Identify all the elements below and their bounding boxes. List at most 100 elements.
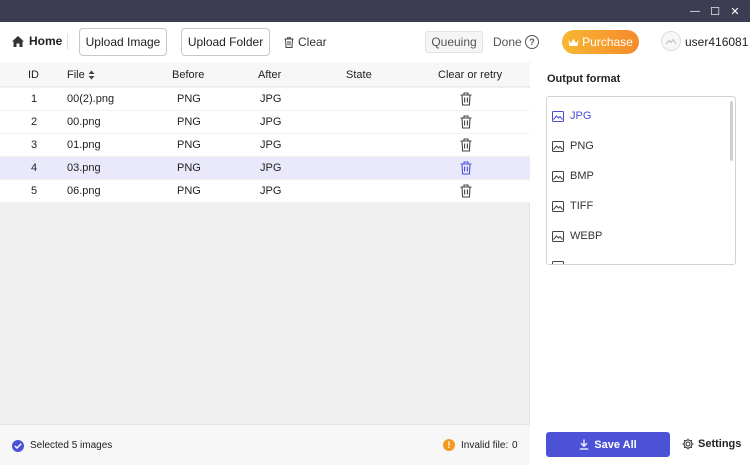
purchase-button[interactable]: Purchase bbox=[562, 30, 639, 54]
output-format-title: Output format bbox=[547, 73, 621, 85]
user-avatar-icon bbox=[665, 38, 677, 45]
tab-done[interactable]: Done bbox=[493, 35, 522, 49]
side-footer: Save All Settings bbox=[531, 424, 750, 465]
row-id: 5 bbox=[31, 185, 38, 197]
table-row[interactable]: 1 00(2).png PNG JPG bbox=[0, 88, 530, 111]
format-option-partial bbox=[552, 257, 564, 264]
header-state: State bbox=[346, 69, 372, 81]
row-after: JPG bbox=[260, 185, 282, 197]
format-label: PNG bbox=[570, 140, 594, 152]
row-file: 01.png bbox=[67, 139, 101, 151]
image-icon bbox=[552, 230, 564, 242]
help-icon[interactable]: ? bbox=[525, 35, 539, 49]
row-after: JPG bbox=[260, 162, 282, 174]
row-id: 3 bbox=[31, 139, 38, 151]
avatar[interactable] bbox=[661, 31, 681, 51]
header-file-label: File bbox=[67, 69, 85, 81]
table-row[interactable]: 5 06.png PNG JPG bbox=[0, 180, 530, 203]
trash-icon bbox=[284, 36, 294, 48]
format-label: BMP bbox=[570, 170, 594, 182]
format-label: TIFF bbox=[570, 200, 594, 212]
maximize-button[interactable]: ☐ bbox=[707, 3, 723, 19]
save-all-button[interactable]: Save All bbox=[546, 432, 670, 457]
row-id: 4 bbox=[31, 162, 38, 174]
format-label: WEBP bbox=[570, 230, 603, 242]
file-list-panel: ID File Before After State Clear or retr… bbox=[0, 62, 530, 424]
row-after: JPG bbox=[260, 139, 282, 151]
header-after: After bbox=[258, 69, 282, 81]
tab-queuing[interactable]: Queuing bbox=[425, 31, 483, 53]
header-clear-or-retry: Clear or retry bbox=[438, 69, 503, 81]
close-icon: ✕ bbox=[730, 5, 740, 18]
clear-label: Clear bbox=[298, 35, 327, 49]
selected-count: Selected 5 images bbox=[30, 440, 113, 451]
invalid-file-label: Invalid file: bbox=[461, 440, 509, 451]
delete-row-icon[interactable] bbox=[460, 92, 472, 106]
home-label: Home bbox=[29, 34, 63, 48]
purchase-label: Purchase bbox=[582, 35, 633, 49]
format-list-scrollbar[interactable] bbox=[730, 101, 733, 161]
row-after: JPG bbox=[260, 93, 282, 105]
table-row-selected[interactable]: 4 03.png PNG JPG bbox=[0, 157, 530, 180]
format-option-jpg[interactable]: JPG bbox=[552, 107, 591, 125]
header-before: Before bbox=[172, 69, 205, 81]
home-icon bbox=[12, 35, 24, 47]
upload-folder-button[interactable]: Upload Folder bbox=[181, 28, 270, 56]
invalid-file-count: 0 bbox=[512, 440, 518, 451]
toolbar-divider bbox=[67, 34, 68, 50]
row-after: JPG bbox=[260, 116, 282, 128]
delete-row-icon[interactable] bbox=[460, 138, 472, 152]
row-file: 00(2).png bbox=[67, 93, 115, 105]
header-file[interactable]: File bbox=[67, 69, 95, 81]
image-icon bbox=[552, 260, 564, 264]
title-bar: — ☐ ✕ bbox=[0, 0, 750, 22]
delete-row-icon[interactable] bbox=[460, 161, 472, 175]
username: user416081 bbox=[685, 35, 749, 49]
table-row[interactable]: 3 01.png PNG JPG bbox=[0, 134, 530, 157]
format-option-bmp[interactable]: BMP bbox=[552, 167, 594, 185]
image-icon bbox=[552, 170, 564, 182]
clear-button[interactable]: Clear bbox=[284, 35, 327, 49]
row-file: 03.png bbox=[67, 162, 101, 174]
close-button[interactable]: ✕ bbox=[727, 3, 743, 19]
format-option-tiff[interactable]: TIFF bbox=[552, 197, 593, 215]
crown-icon bbox=[568, 38, 579, 46]
warning-icon: ! bbox=[443, 439, 455, 451]
download-icon bbox=[580, 439, 589, 450]
sort-icon bbox=[88, 70, 95, 80]
format-list[interactable]: JPG PNG BMP TIFF WEBP bbox=[546, 96, 736, 265]
row-before: PNG bbox=[177, 162, 201, 174]
minimize-icon: — bbox=[690, 5, 700, 17]
gear-icon bbox=[682, 438, 694, 450]
minimize-button[interactable]: — bbox=[687, 3, 703, 19]
settings-label: Settings bbox=[698, 438, 742, 450]
status-bar: Selected 5 images ! Invalid file: 0 bbox=[0, 424, 530, 465]
row-file: 06.png bbox=[67, 185, 101, 197]
image-icon bbox=[552, 140, 564, 152]
row-file: 00.png bbox=[67, 116, 101, 128]
image-icon bbox=[552, 200, 564, 212]
row-id: 2 bbox=[31, 116, 38, 128]
image-icon bbox=[552, 110, 564, 122]
home-button[interactable]: Home bbox=[12, 34, 62, 48]
toolbar: Home Upload Image Upload Folder Clear Qu… bbox=[0, 22, 750, 62]
maximize-icon: ☐ bbox=[710, 5, 720, 18]
row-before: PNG bbox=[177, 139, 201, 151]
row-before: PNG bbox=[177, 185, 201, 197]
check-icon bbox=[12, 440, 24, 452]
output-format-panel: Output format JPG PNG BMP TIFF WEBP bbox=[531, 62, 750, 424]
table-header: ID File Before After State Clear or retr… bbox=[0, 62, 530, 87]
upload-image-button[interactable]: Upload Image bbox=[79, 28, 167, 56]
settings-button[interactable]: Settings bbox=[682, 438, 741, 450]
row-before: PNG bbox=[177, 116, 201, 128]
row-before: PNG bbox=[177, 93, 201, 105]
format-label: JPG bbox=[570, 110, 592, 122]
table-row[interactable]: 2 00.png PNG JPG bbox=[0, 111, 530, 134]
delete-row-icon[interactable] bbox=[460, 184, 472, 198]
format-option-png[interactable]: PNG bbox=[552, 137, 594, 155]
save-all-label: Save All bbox=[594, 438, 637, 451]
queue-filter: Queuing Done bbox=[425, 31, 540, 53]
delete-row-icon[interactable] bbox=[460, 115, 472, 129]
format-option-webp[interactable]: WEBP bbox=[552, 227, 602, 245]
header-id: ID bbox=[28, 69, 39, 81]
